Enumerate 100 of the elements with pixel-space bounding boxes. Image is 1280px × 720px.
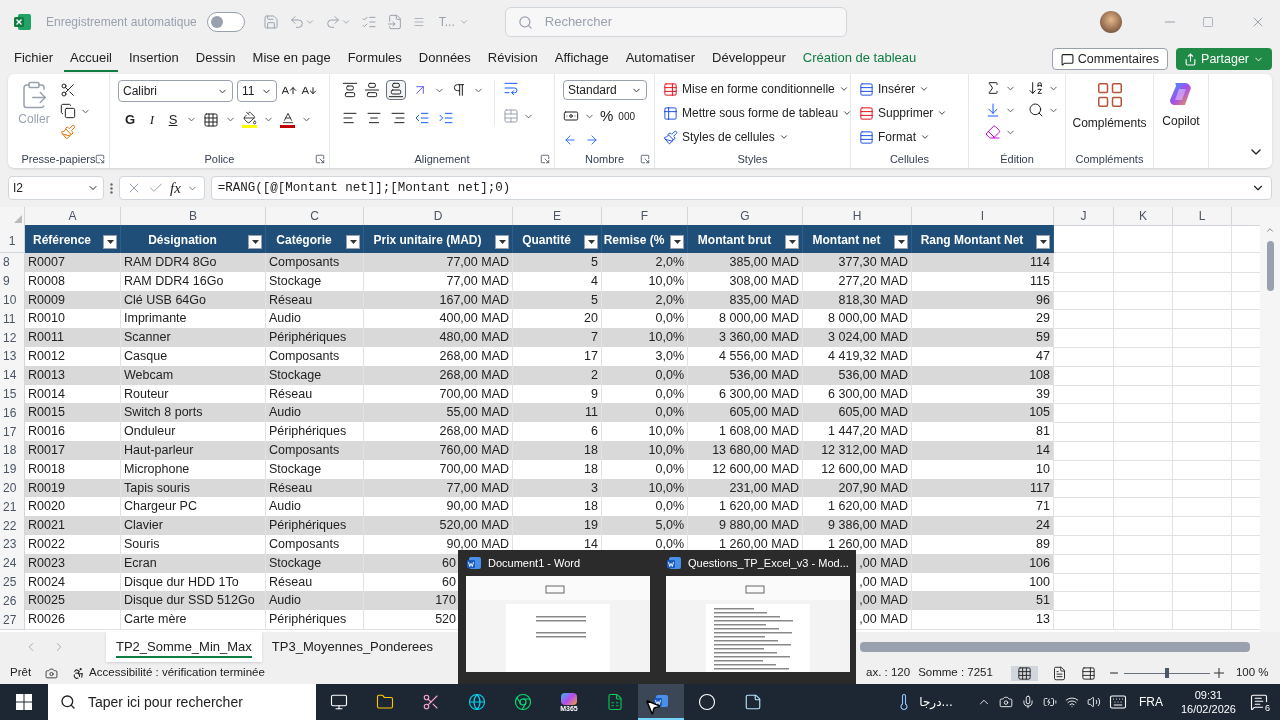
bold-button[interactable]: G xyxy=(122,110,138,130)
language-indicator[interactable]: FRA xyxy=(1138,693,1163,711)
accessibility-status[interactable]: Accessibilité : vérification terminée xyxy=(89,664,265,682)
pilcrow-icon[interactable] xyxy=(451,82,467,98)
horizontal-scrollbar[interactable] xyxy=(860,642,1250,652)
menu-tab[interactable]: Affichage xyxy=(548,46,615,72)
comments-button[interactable]: Commentaires xyxy=(1051,48,1169,70)
row-header[interactable]: 1 xyxy=(0,225,25,253)
align-right-icon[interactable] xyxy=(390,110,406,126)
notifications-icon[interactable] xyxy=(1250,693,1268,711)
indent-increase-icon[interactable] xyxy=(438,110,454,126)
styles-menu-button[interactable]: Styles de cellules xyxy=(663,128,853,146)
fill-down-icon[interactable] xyxy=(985,102,1001,118)
clock[interactable]: 09:31 16/02/2026 xyxy=(1180,688,1236,716)
browser-icon[interactable] xyxy=(468,693,486,711)
volume-icon[interactable] xyxy=(1086,695,1101,709)
chrome-icon[interactable] xyxy=(514,693,532,711)
menu-tab[interactable]: Création de tableau xyxy=(796,46,923,72)
scrollbar-thumb[interactable] xyxy=(1266,241,1274,291)
zoom-in-icon[interactable] xyxy=(1213,668,1224,678)
menu-tab[interactable]: Dessin xyxy=(189,46,242,72)
merge-cells-icon[interactable] xyxy=(503,108,519,124)
sheet-tab[interactable]: TP2_Somme_Min_Max xyxy=(106,632,262,662)
font-name-field[interactable]: Calibri xyxy=(118,80,233,102)
percent-button[interactable]: % xyxy=(600,105,614,128)
row-header[interactable]: 22 xyxy=(0,516,25,536)
filter-button[interactable] xyxy=(584,235,598,249)
cells-menu-button[interactable]: Insérer xyxy=(859,80,948,98)
camera-icon[interactable] xyxy=(998,695,1013,709)
styles-menu-button[interactable]: Mise en forme conditionnelle xyxy=(663,80,853,98)
number-format-field[interactable]: Standard xyxy=(563,80,647,100)
menu-tab[interactable]: Automatiser xyxy=(619,46,702,72)
keyboard-icon[interactable] xyxy=(1108,693,1127,711)
paintbrush-icon[interactable] xyxy=(60,124,76,140)
search-icon[interactable] xyxy=(1028,102,1044,118)
sum-icon[interactable] xyxy=(985,80,1001,96)
scissors-icon[interactable] xyxy=(60,82,76,98)
filter-button[interactable] xyxy=(1036,235,1050,249)
taskbar-search-field[interactable]: Taper ici pour rechercher xyxy=(48,684,316,720)
indent-decrease-icon[interactable] xyxy=(414,110,430,126)
row-header[interactable]: 11 xyxy=(0,309,25,330)
italic-button[interactable]: I xyxy=(144,110,160,130)
microphone-icon[interactable] xyxy=(1020,695,1035,709)
folder-icon[interactable] xyxy=(376,693,394,711)
borders-icon[interactable] xyxy=(203,111,219,128)
user-avatar[interactable] xyxy=(1100,11,1122,33)
wrap-text-icon[interactable] xyxy=(503,80,519,96)
name-box[interactable]: I2 xyxy=(8,176,104,200)
note-app-icon[interactable] xyxy=(744,693,762,711)
font-size-field[interactable]: 11 xyxy=(237,80,277,102)
underline-button[interactable]: S xyxy=(166,110,180,130)
eraser-icon[interactable] xyxy=(985,124,1001,140)
filter-button[interactable] xyxy=(785,235,799,249)
weather-text[interactable]: درجا... xyxy=(919,693,953,711)
copilot-button[interactable]: Copilot xyxy=(1154,80,1208,130)
menu-tab[interactable]: Accueil xyxy=(64,46,118,72)
menu-tab[interactable]: Données xyxy=(412,46,477,72)
insert-function-button[interactable]: fx xyxy=(170,176,181,200)
row-header[interactable]: 8 xyxy=(0,253,25,273)
dialog-launcher-icon[interactable] xyxy=(640,154,650,164)
zoom-thumb[interactable] xyxy=(1164,668,1169,678)
align-middle-icon[interactable] xyxy=(364,82,380,98)
sort-icon[interactable] xyxy=(1028,80,1044,96)
autosave-toggle[interactable] xyxy=(206,12,245,32)
addins-button[interactable]: Compléments xyxy=(1074,80,1145,132)
fill-color-icon[interactable] xyxy=(242,111,257,129)
left-arrow-icon[interactable] xyxy=(563,132,577,147)
zoom-slider[interactable] xyxy=(1123,668,1210,678)
column-header[interactable]: J xyxy=(1054,207,1114,226)
font-color-icon[interactable] xyxy=(280,111,295,129)
menu-tab[interactable]: Formules xyxy=(341,46,408,72)
filter-button[interactable] xyxy=(670,235,684,249)
align-bottom-icon[interactable] xyxy=(388,82,404,98)
spreadsheet-app-icon[interactable] xyxy=(606,693,624,711)
start-icon[interactable] xyxy=(16,694,32,710)
scissors-app-icon[interactable] xyxy=(422,693,440,711)
row-header[interactable]: 26 xyxy=(0,591,25,612)
row-header[interactable]: 17 xyxy=(0,422,25,442)
zoom-level[interactable]: 100 % xyxy=(1235,664,1269,682)
filter-button[interactable] xyxy=(103,235,117,249)
menu-tab[interactable]: Fichier xyxy=(8,46,59,72)
vertical-scrollbar[interactable] xyxy=(1260,207,1280,632)
task-view-icon[interactable] xyxy=(330,693,348,711)
menu-tab[interactable]: Mise en page xyxy=(246,46,337,72)
menu-tab[interactable]: Développeur xyxy=(706,46,792,72)
dialog-launcher-icon[interactable] xyxy=(540,154,550,164)
cells-menu-button[interactable]: Supprimer xyxy=(859,104,948,122)
checklist-icon[interactable] xyxy=(360,14,377,30)
align-center-icon[interactable] xyxy=(366,110,382,126)
thousands-button[interactable]: 000 xyxy=(618,108,636,124)
battery-icon[interactable] xyxy=(1042,695,1057,709)
right-arrow-icon[interactable] xyxy=(585,132,599,147)
filter-button[interactable] xyxy=(495,235,509,249)
word-taskbar-button[interactable] xyxy=(638,684,684,720)
circle-app-icon[interactable] xyxy=(698,693,716,711)
row-header[interactable]: 27 xyxy=(0,610,25,630)
copy-icon[interactable] xyxy=(60,103,76,119)
page-break-icon[interactable] xyxy=(1080,665,1096,681)
normal-view-icon[interactable] xyxy=(1016,665,1032,681)
menu-tab[interactable]: Insertion xyxy=(122,46,185,72)
